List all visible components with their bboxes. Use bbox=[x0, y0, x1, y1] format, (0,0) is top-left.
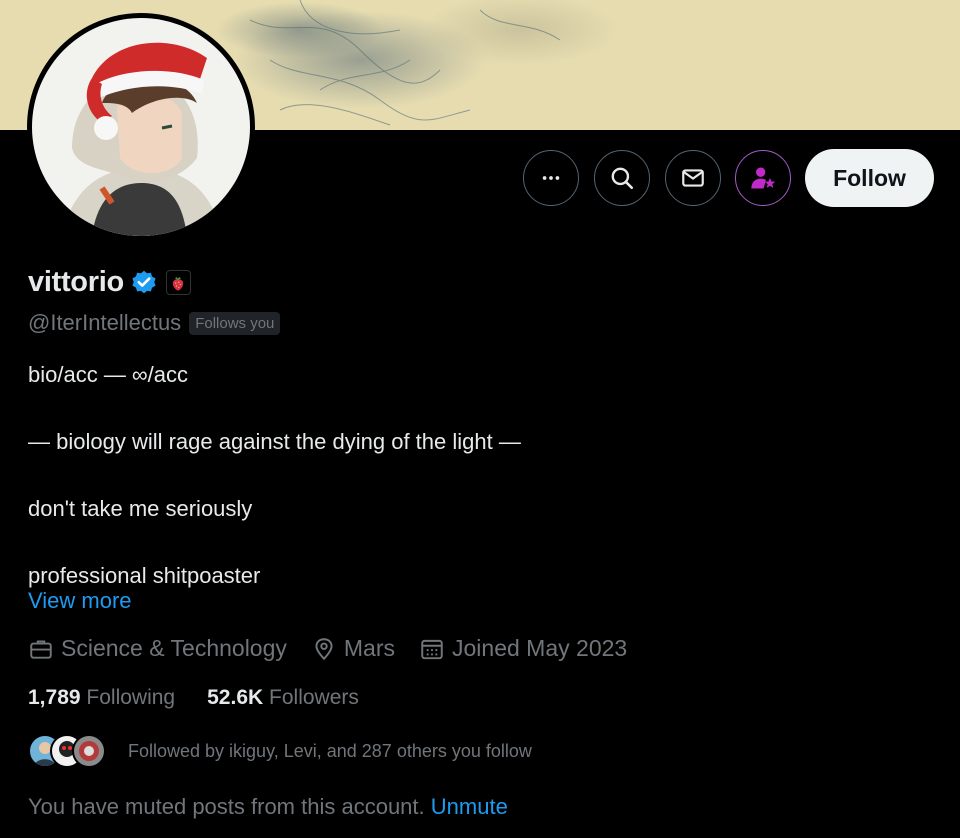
category-item: Science & Technology bbox=[28, 635, 287, 662]
envelope-icon bbox=[682, 169, 704, 187]
joined-label: Joined May 2023 bbox=[452, 635, 628, 661]
profile-meta: Science & Technology Mars Joined May 202… bbox=[28, 635, 651, 662]
more-dots-icon bbox=[542, 176, 560, 180]
following-count: 1,789 bbox=[28, 686, 81, 709]
location-pin-icon bbox=[315, 637, 333, 660]
category-label[interactable]: Science & Technology bbox=[61, 635, 287, 662]
search-profile-button[interactable] bbox=[594, 150, 650, 206]
calendar-icon bbox=[421, 639, 443, 659]
subscribe-person-star-icon bbox=[751, 167, 776, 189]
muted-notice: You have muted posts from this account. … bbox=[28, 794, 508, 820]
location-item: Mars bbox=[311, 635, 395, 662]
followed-by-row[interactable]: Followed by ikiguy, Levi, and 287 others… bbox=[28, 734, 532, 768]
bio-line: bio/acc — ∞/acc bbox=[28, 362, 188, 387]
avatar-illustration bbox=[32, 18, 250, 236]
more-options-button[interactable] bbox=[523, 150, 579, 206]
followers-label: Followers bbox=[269, 686, 359, 709]
profile-avatar[interactable] bbox=[27, 13, 255, 241]
briefcase-icon bbox=[30, 639, 52, 659]
view-more-link[interactable]: View more bbox=[28, 588, 132, 614]
follow-button[interactable]: Follow bbox=[805, 149, 934, 207]
bio-line: — biology will rage against the dying of… bbox=[28, 429, 521, 454]
followers-count: 52.6K bbox=[207, 686, 264, 709]
bio-line: professional shitpoaster bbox=[28, 563, 261, 588]
search-icon bbox=[611, 167, 634, 190]
followers-stat[interactable]: 52.6K Followers bbox=[207, 686, 359, 710]
follows-you-badge: Follows you bbox=[189, 311, 281, 335]
follow-stats: 1,789 Following 52.6K Followers bbox=[28, 686, 391, 710]
message-button[interactable] bbox=[665, 150, 721, 206]
follower-avatar bbox=[72, 734, 106, 768]
strawberry-icon[interactable] bbox=[165, 270, 191, 295]
location-label: Mars bbox=[343, 635, 396, 661]
profile-handle: @IterIntellectus bbox=[28, 310, 182, 335]
verified-badge-icon[interactable] bbox=[130, 269, 158, 297]
following-stat[interactable]: 1,789 Following bbox=[28, 686, 175, 710]
handle-row: @IterIntellectus Follows you bbox=[28, 310, 281, 336]
profile-name-row: vittorio bbox=[28, 266, 191, 299]
display-name: vittorio bbox=[28, 266, 124, 298]
bio-line: don't take me seriously bbox=[28, 496, 253, 521]
followed-by-text[interactable]: Followed by ikiguy, Levi, and 287 others… bbox=[128, 741, 532, 762]
joined-item: Joined May 2023 bbox=[419, 635, 627, 662]
muted-text: You have muted posts from this account. bbox=[28, 794, 425, 819]
subscribe-button[interactable] bbox=[735, 150, 791, 206]
following-label: Following bbox=[86, 686, 176, 709]
unmute-link[interactable]: Unmute bbox=[431, 794, 508, 819]
